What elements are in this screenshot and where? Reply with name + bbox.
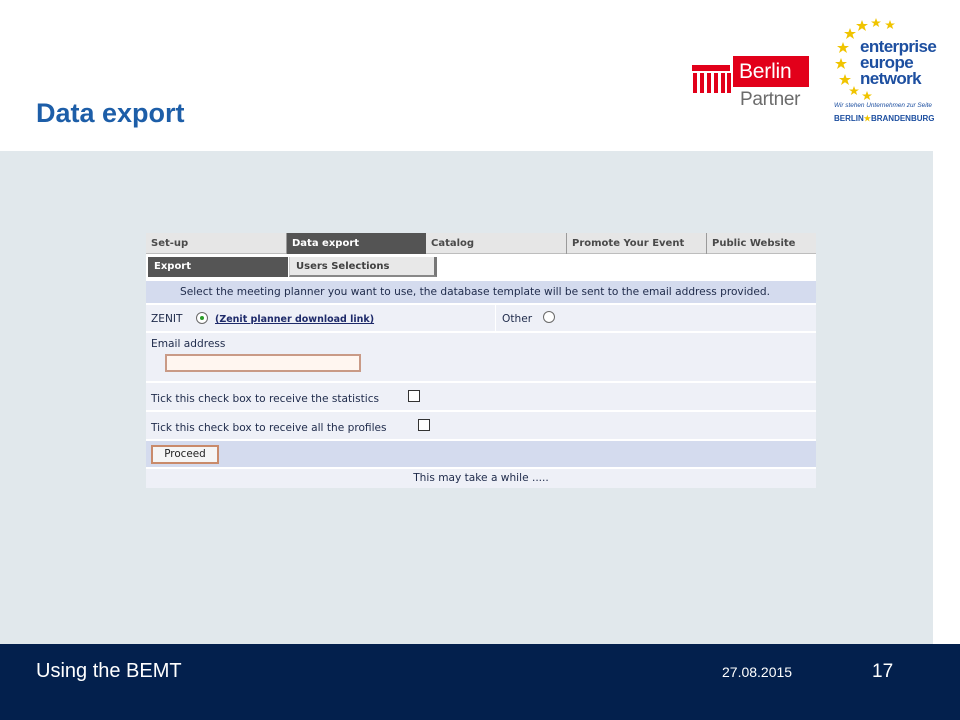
een-logo-line3: network	[860, 69, 922, 88]
star-icon: ★	[863, 114, 871, 123]
brandenburg-gate-icon	[692, 65, 732, 93]
wait-note: This may take a while .....	[146, 469, 816, 488]
other-radio[interactable]	[543, 311, 555, 323]
email-label: Email address	[151, 338, 226, 350]
slide-footer: Using the BEMT 27.08.2015 17	[0, 644, 960, 720]
enterprise-europe-network-logo: enterprise europe network Wir stehen Unt…	[832, 18, 942, 128]
een-region-left: BERLIN	[834, 114, 864, 123]
een-region-right: BRANDENBURG	[870, 114, 935, 123]
berlin-partner-logo: Berlin Partner	[692, 56, 810, 114]
instruction-text: Select the meeting planner you want to u…	[146, 281, 816, 303]
zenit-download-link[interactable]: (Zenit planner download link)	[215, 314, 374, 325]
tab-set-up[interactable]: Set-up	[146, 233, 287, 254]
profiles-label: Tick this check box to receive all the p…	[151, 422, 387, 434]
email-field[interactable]	[165, 354, 361, 372]
tab-public-website[interactable]: Public Website	[707, 233, 816, 254]
statistics-row: Tick this check box to receive the stati…	[146, 383, 816, 410]
other-cell: Other	[497, 305, 816, 331]
other-label: Other	[502, 313, 533, 325]
zenit-radio[interactable]	[196, 312, 208, 324]
tab-data-export[interactable]: Data export	[287, 233, 426, 254]
zenit-cell: ZENIT (Zenit planner download link)	[146, 305, 496, 331]
een-logo-region: BERLIN★BRANDENBURG	[834, 114, 935, 123]
een-logo-tagline: Wir stehen Unternehmen zur Seite	[834, 102, 932, 109]
slide-title: Data export	[36, 98, 185, 128]
zenit-label: ZENIT	[151, 313, 183, 325]
profiles-checkbox[interactable]	[418, 419, 430, 431]
footer-date: 27.08.2015	[722, 664, 793, 680]
proceed-row: Proceed	[146, 441, 816, 467]
main-tab-bar: Set-up Data export Catalog Promote Your …	[146, 233, 816, 254]
tab-catalog[interactable]: Catalog	[426, 233, 567, 254]
statistics-checkbox[interactable]	[408, 390, 420, 402]
planner-selection-row: ZENIT (Zenit planner download link) Othe…	[146, 305, 816, 331]
footer-title: Using the BEMT	[36, 660, 182, 682]
page-number: 17	[872, 661, 894, 682]
berlin-partner-logo-top: Berlin	[733, 56, 809, 87]
tab-promote-your-event[interactable]: Promote Your Event	[567, 233, 707, 254]
proceed-button[interactable]: Proceed	[151, 445, 219, 464]
subtab-export[interactable]: Export	[148, 257, 288, 277]
profiles-row: Tick this check box to receive all the p…	[146, 412, 816, 439]
berlin-partner-logo-bottom: Partner	[740, 89, 801, 110]
statistics-label: Tick this check box to receive the stati…	[151, 393, 380, 405]
sub-tab-bar: Export Users Selections	[146, 257, 816, 279]
app-screenshot: Set-up Data export Catalog Promote Your …	[146, 233, 816, 488]
subtab-users-selections[interactable]: Users Selections	[289, 257, 437, 277]
